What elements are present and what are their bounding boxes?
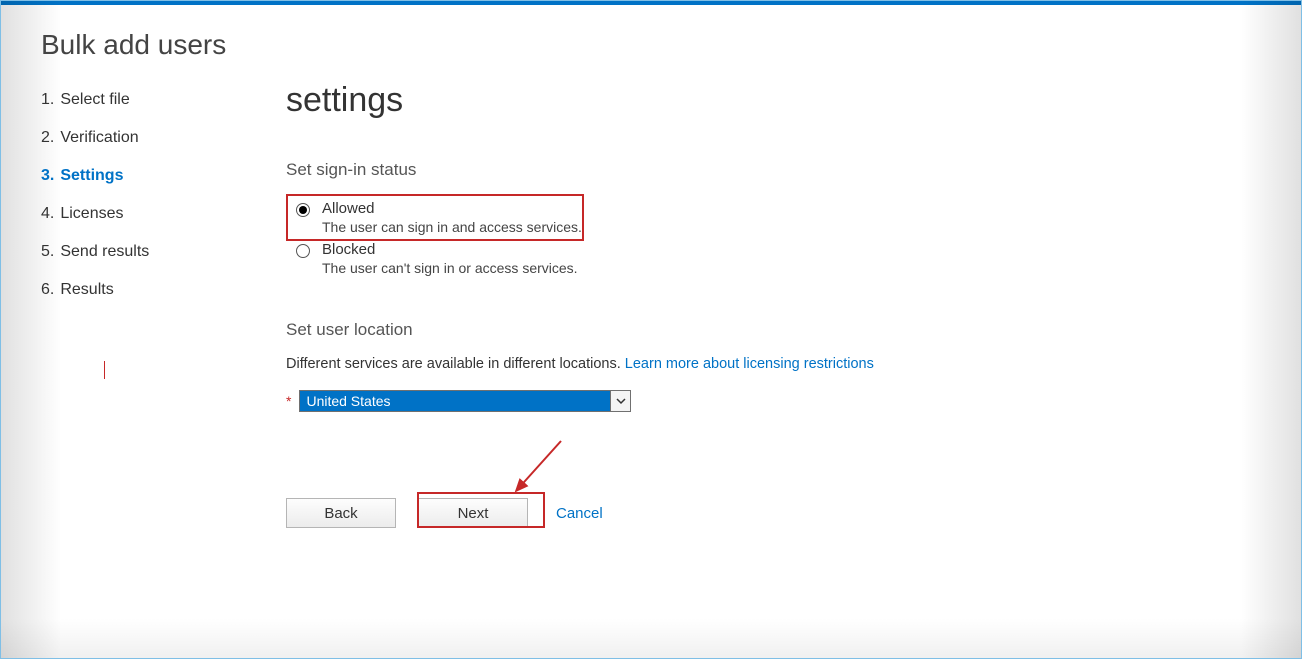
step-number: 1. — [41, 91, 54, 108]
step-number: 5. — [41, 243, 54, 260]
radio-allowed[interactable]: Allowed The user can sign in and access … — [296, 196, 1261, 237]
step-licenses[interactable]: 4. Licenses — [41, 195, 241, 233]
location-note: Different services are available in diff… — [286, 356, 1261, 372]
licensing-restrictions-link[interactable]: Learn more about licensing restrictions — [625, 356, 874, 372]
step-number: 2. — [41, 129, 54, 146]
text-cursor-icon — [104, 361, 105, 379]
location-note-text: Different services are available in diff… — [286, 356, 625, 372]
step-select-file[interactable]: 1. Select file — [41, 81, 241, 119]
step-label: Select file — [60, 91, 129, 108]
radio-icon[interactable] — [296, 244, 310, 258]
step-verification[interactable]: 2. Verification — [41, 119, 241, 157]
radio-icon[interactable] — [296, 203, 310, 217]
step-settings[interactable]: 3. Settings — [41, 157, 241, 195]
step-number: 3. — [41, 167, 54, 184]
page-title: Bulk add users — [41, 29, 226, 61]
radio-label: Blocked — [322, 241, 578, 258]
step-send-results[interactable]: 5. Send results — [41, 233, 241, 271]
radio-text: Blocked The user can't sign in or access… — [322, 241, 578, 276]
location-select[interactable]: United States — [299, 390, 631, 412]
radio-description: The user can sign in and access services… — [322, 219, 582, 235]
step-number: 6. — [41, 281, 54, 298]
radio-blocked[interactable]: Blocked The user can't sign in or access… — [296, 237, 1261, 278]
radio-description: The user can't sign in or access service… — [322, 260, 578, 276]
back-button[interactable]: Back — [286, 498, 396, 528]
radio-text: Allowed The user can sign in and access … — [322, 200, 582, 235]
signin-section-label: Set sign-in status — [286, 160, 1261, 180]
step-label: Send results — [60, 243, 149, 260]
step-label: Results — [60, 281, 113, 298]
cancel-link[interactable]: Cancel — [556, 505, 603, 522]
chevron-down-icon[interactable] — [610, 391, 630, 411]
location-section-label: Set user location — [286, 320, 1261, 340]
signin-radio-group: Allowed The user can sign in and access … — [296, 196, 1261, 278]
step-label: Settings — [60, 167, 123, 184]
wizard-steps: 1.Select file 2.Verification 3.Settings … — [41, 81, 241, 309]
step-number: 4. — [41, 205, 54, 222]
location-selected-value: United States — [300, 391, 610, 411]
required-marker: * — [286, 394, 291, 408]
step-label: Licenses — [60, 205, 123, 222]
next-button[interactable]: Next — [418, 498, 528, 528]
step-results[interactable]: 6. Results — [41, 271, 241, 309]
radio-label: Allowed — [322, 200, 582, 217]
content-heading: settings — [286, 81, 1261, 120]
step-label: Verification — [60, 129, 138, 146]
